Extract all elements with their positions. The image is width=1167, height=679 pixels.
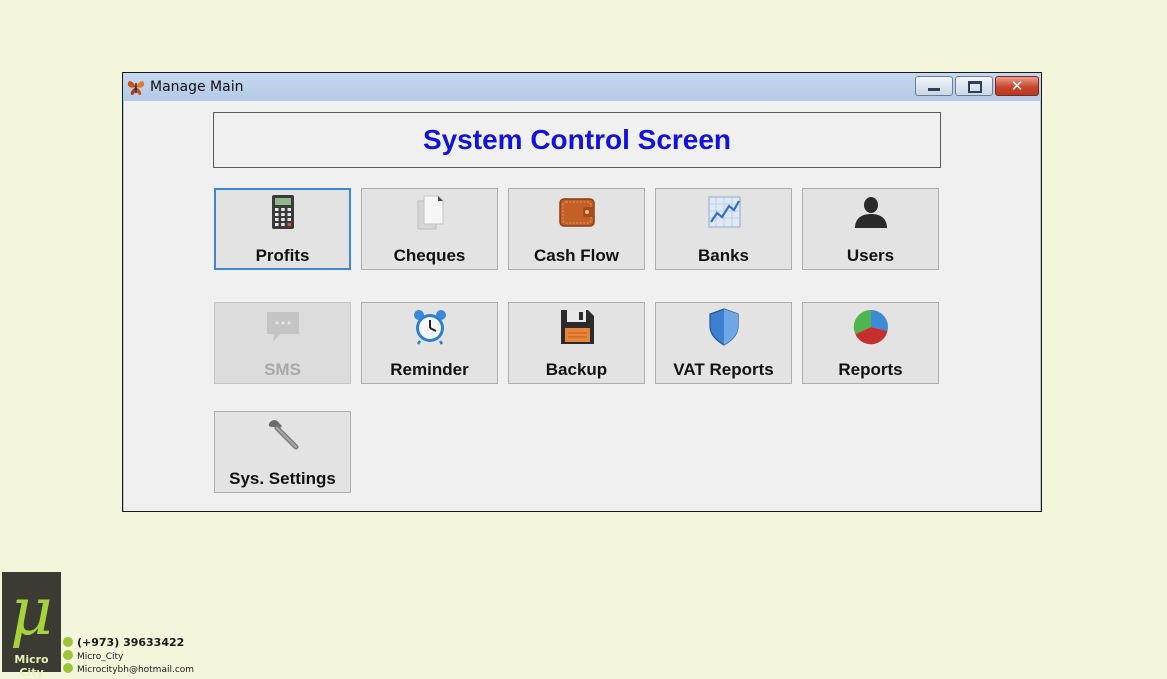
tile-label: Cash Flow: [533, 246, 619, 265]
profits-button[interactable]: Profits: [214, 188, 351, 270]
email-icon: [63, 663, 73, 673]
micro-city-logo: μ Micro City: [2, 572, 61, 679]
window-title: Manage Main: [150, 79, 244, 95]
title-bar[interactable]: Manage Main ✕: [123, 73, 1041, 101]
users-button[interactable]: Users: [802, 188, 939, 270]
message-icon: [263, 307, 303, 347]
tile-label: Reminder: [390, 360, 469, 379]
documents-icon: [410, 193, 450, 233]
close-icon: ✕: [1010, 77, 1024, 95]
alarm-clock-icon: [410, 307, 450, 347]
reminder-button[interactable]: Reminder: [361, 302, 498, 384]
banks-button[interactable]: Banks: [655, 188, 792, 270]
tile-label: VAT Reports: [673, 360, 774, 379]
instagram-text: Micro_City: [77, 652, 124, 662]
tile-label: Banks: [697, 246, 750, 265]
backup-button[interactable]: Backup: [508, 302, 645, 384]
logo-symbol: μ: [10, 573, 53, 650]
maximize-icon: [968, 81, 982, 93]
cash-flow-button[interactable]: Cash Flow: [508, 188, 645, 270]
minimize-button[interactable]: [915, 76, 953, 96]
vat-reports-button[interactable]: VAT Reports: [655, 302, 792, 384]
tile-label: Profits: [255, 246, 310, 265]
contact-email: Microcitybh@hotmail.com: [63, 663, 194, 675]
tile-label: Users: [846, 246, 895, 265]
maximize-button[interactable]: [955, 76, 993, 96]
tile-label: SMS: [264, 360, 301, 379]
manage-main-window: Manage Main ✕ System Control Screen Prof…: [122, 72, 1042, 512]
email-text: Microcitybh@hotmail.com: [77, 665, 195, 675]
shield-icon: [704, 307, 744, 347]
floppy-disk-icon: [557, 307, 597, 347]
close-button[interactable]: ✕: [995, 76, 1039, 96]
sys-settings-button[interactable]: Sys. Settings: [214, 411, 351, 493]
page-title: System Control Screen: [422, 124, 732, 155]
pie-chart-icon: [851, 307, 891, 347]
tile-label: Cheques: [393, 246, 466, 265]
sms-button[interactable]: SMS: [214, 302, 351, 384]
contact-instagram: Micro_City: [63, 650, 123, 662]
header-panel: System Control Screen: [213, 112, 941, 168]
tile-label: Backup: [545, 360, 608, 379]
cheques-button[interactable]: Cheques: [361, 188, 498, 270]
user-icon: [851, 193, 891, 233]
tile-label: Reports: [838, 360, 903, 379]
tile-label: Sys. Settings: [229, 469, 336, 488]
wallet-icon: [557, 193, 597, 233]
contact-phone: (+973) 39633422: [63, 636, 184, 649]
chart-icon: [704, 193, 744, 233]
butterfly-app-icon: [126, 77, 146, 97]
client-area: System Control Screen Profits Cheques Ca…: [124, 101, 1040, 511]
wrench-icon: [263, 416, 303, 456]
phone-icon: [63, 637, 73, 647]
reports-button[interactable]: Reports: [802, 302, 939, 384]
minimize-icon: [928, 88, 940, 91]
phone-text: (+973) 39633422: [77, 636, 185, 649]
instagram-icon: [63, 650, 73, 660]
calculator-icon: [263, 193, 303, 233]
logo-name: Micro City: [14, 653, 49, 679]
